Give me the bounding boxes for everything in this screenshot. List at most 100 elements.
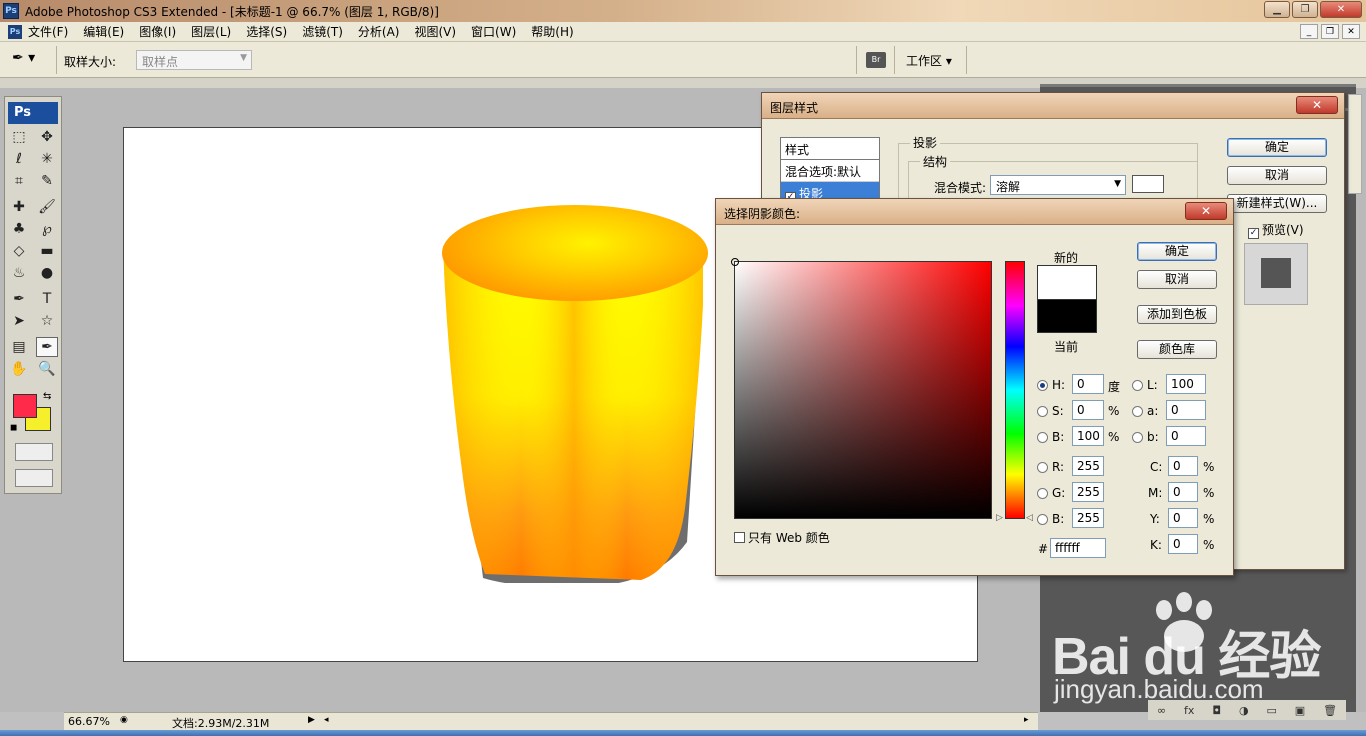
a-input[interactable]: 0 xyxy=(1166,400,1206,420)
dodge-tool-icon[interactable]: ● xyxy=(36,263,58,283)
panel-scrollbar[interactable] xyxy=(1348,94,1362,194)
slice-tool-icon[interactable]: ✎ xyxy=(36,171,58,191)
link-layers-icon[interactable]: ∞ xyxy=(1157,704,1166,717)
layer-style-icon[interactable]: fx xyxy=(1184,704,1194,717)
new-style-button[interactable]: 新建样式(W)... xyxy=(1227,194,1327,213)
notes-tool-icon[interactable]: ▤ xyxy=(8,337,30,357)
doc-minimize-icon[interactable]: _ xyxy=(1300,24,1318,39)
menu-select[interactable]: 选择(S) xyxy=(246,23,287,40)
history-brush-tool-icon[interactable]: ℘ xyxy=(36,219,58,239)
workspace-menu[interactable]: 工作区 ▾ xyxy=(906,52,952,69)
hue-slider-handle-right-icon[interactable]: ◁ xyxy=(1026,513,1033,523)
marquee-tool-icon[interactable]: ⬚ xyxy=(8,127,30,147)
r-radio[interactable] xyxy=(1037,461,1048,473)
color-field[interactable] xyxy=(731,258,992,519)
blur-tool-icon[interactable]: ♨ xyxy=(8,263,30,283)
path-selection-tool-icon[interactable]: ➤ xyxy=(8,311,30,331)
lab-b-input[interactable]: 0 xyxy=(1166,426,1206,446)
pen-tool-icon[interactable]: ✒ xyxy=(8,289,30,309)
r-input[interactable]: 255 xyxy=(1072,456,1104,476)
styles-header[interactable]: 样式 xyxy=(781,138,879,160)
eyedropper-tool-icon[interactable]: ✒ xyxy=(36,337,58,357)
hue-slider-handle-left-icon[interactable]: ▷ xyxy=(996,513,1003,523)
scroll-right-icon[interactable]: ▸ xyxy=(1024,715,1036,727)
g-input[interactable]: 255 xyxy=(1072,482,1104,502)
add-to-swatches-button[interactable]: 添加到色板 xyxy=(1137,305,1217,324)
crop-tool-icon[interactable]: ⌗ xyxy=(8,171,30,191)
y-input[interactable]: 0 xyxy=(1168,508,1198,528)
menu-analysis[interactable]: 分析(A) xyxy=(358,23,400,40)
lasso-tool-icon[interactable]: ℓ xyxy=(8,149,30,169)
eraser-tool-icon[interactable]: ◇ xyxy=(8,241,30,261)
menu-view[interactable]: 视图(V) xyxy=(414,23,456,40)
c-input[interactable]: 0 xyxy=(1168,456,1198,476)
l-radio[interactable] xyxy=(1132,379,1143,391)
layer-mask-icon[interactable]: ◘ xyxy=(1212,704,1221,717)
lab-b-radio[interactable] xyxy=(1132,431,1143,443)
color-field-marker[interactable] xyxy=(731,258,739,266)
menu-window[interactable]: 窗口(W) xyxy=(471,23,516,40)
sample-size-select[interactable]: 取样点 ▼ xyxy=(136,50,252,70)
a-radio[interactable] xyxy=(1132,405,1143,417)
blue-input[interactable]: 255 xyxy=(1072,508,1104,528)
preview-option[interactable]: ✓ 预览(V) xyxy=(1248,221,1304,239)
trash-icon[interactable]: 🗑 xyxy=(1323,704,1337,717)
g-radio[interactable] xyxy=(1037,487,1048,499)
document-logo-icon[interactable]: Ps xyxy=(8,24,22,39)
quick-mask-icon[interactable] xyxy=(15,443,53,461)
h-radio[interactable] xyxy=(1037,379,1048,391)
web-colors-option[interactable]: 只有 Web 颜色 xyxy=(734,529,830,546)
web-colors-checkbox[interactable] xyxy=(734,532,745,543)
menu-filter[interactable]: 滤镜(T) xyxy=(302,23,343,40)
layer-style-titlebar[interactable]: 图层样式 ✕ xyxy=(762,93,1344,119)
magic-wand-tool-icon[interactable]: ✳ xyxy=(36,149,58,169)
bridge-icon[interactable]: Br xyxy=(866,52,886,68)
color-libraries-button[interactable]: 颜色库 xyxy=(1137,340,1217,359)
blue-radio[interactable] xyxy=(1037,513,1048,525)
ok-button[interactable]: 确定 xyxy=(1227,138,1327,157)
l-input[interactable]: 100 xyxy=(1166,374,1206,394)
menu-image[interactable]: 图像(I) xyxy=(139,23,176,40)
scroll-left-icon[interactable]: ◂ xyxy=(324,715,336,727)
type-tool-icon[interactable]: T xyxy=(36,289,58,309)
preview-checkbox[interactable]: ✓ xyxy=(1248,228,1259,239)
clone-stamp-tool-icon[interactable]: ♣ xyxy=(8,219,30,239)
shape-tool-icon[interactable]: ☆ xyxy=(36,311,58,331)
color-picker-titlebar[interactable]: 选择阴影颜色: ✕ xyxy=(716,199,1233,225)
k-input[interactable]: 0 xyxy=(1168,534,1198,554)
blend-mode-select[interactable]: 溶解 ▼ xyxy=(990,175,1126,195)
move-tool-icon[interactable]: ✥ xyxy=(36,127,58,147)
status-menu-arrow-icon[interactable]: ▶ xyxy=(308,715,320,727)
zoom-tool-icon[interactable]: 🔍 xyxy=(36,359,58,379)
screen-mode-icon[interactable] xyxy=(15,469,53,487)
ok-button[interactable]: 确定 xyxy=(1137,242,1217,261)
current-color-swatch[interactable] xyxy=(1037,299,1097,333)
brush-tool-icon[interactable]: 🖌 xyxy=(36,197,58,217)
cancel-button[interactable]: 取消 xyxy=(1137,270,1217,289)
s-radio[interactable] xyxy=(1037,405,1048,417)
cancel-button[interactable]: 取消 xyxy=(1227,166,1327,185)
gradient-tool-icon[interactable]: ▬ xyxy=(36,241,58,261)
menu-edit[interactable]: 编辑(E) xyxy=(83,23,124,40)
healing-brush-tool-icon[interactable]: ✚ xyxy=(8,197,30,217)
b-radio[interactable] xyxy=(1037,431,1048,443)
new-group-icon[interactable]: ▭ xyxy=(1266,704,1276,717)
blend-options-item[interactable]: 混合选项:默认 xyxy=(781,160,879,182)
status-info-icon[interactable]: ◉ xyxy=(120,715,132,727)
foreground-color-swatch[interactable] xyxy=(13,394,37,418)
b-input[interactable]: 100 xyxy=(1072,426,1104,446)
close-icon[interactable]: ✕ xyxy=(1185,202,1227,220)
zoom-level[interactable]: 66.67% xyxy=(68,715,110,728)
doc-restore-icon[interactable]: ❐ xyxy=(1321,24,1339,39)
menu-layer[interactable]: 图层(L) xyxy=(191,23,231,40)
menu-file[interactable]: 文件(F) xyxy=(28,23,68,40)
eyedropper-tool-preset-icon[interactable]: ✒ ▾ xyxy=(12,50,52,70)
default-colors-icon[interactable]: ◼ xyxy=(10,423,17,433)
new-layer-icon[interactable]: ▣ xyxy=(1295,704,1305,717)
shadow-color-swatch[interactable] xyxy=(1132,175,1164,193)
swap-colors-icon[interactable]: ⇆ xyxy=(43,391,51,402)
adjustment-layer-icon[interactable]: ◑ xyxy=(1239,704,1249,717)
hand-tool-icon[interactable]: ✋ xyxy=(8,359,30,379)
minimize-icon[interactable]: ▁ xyxy=(1264,1,1290,18)
m-input[interactable]: 0 xyxy=(1168,482,1198,502)
